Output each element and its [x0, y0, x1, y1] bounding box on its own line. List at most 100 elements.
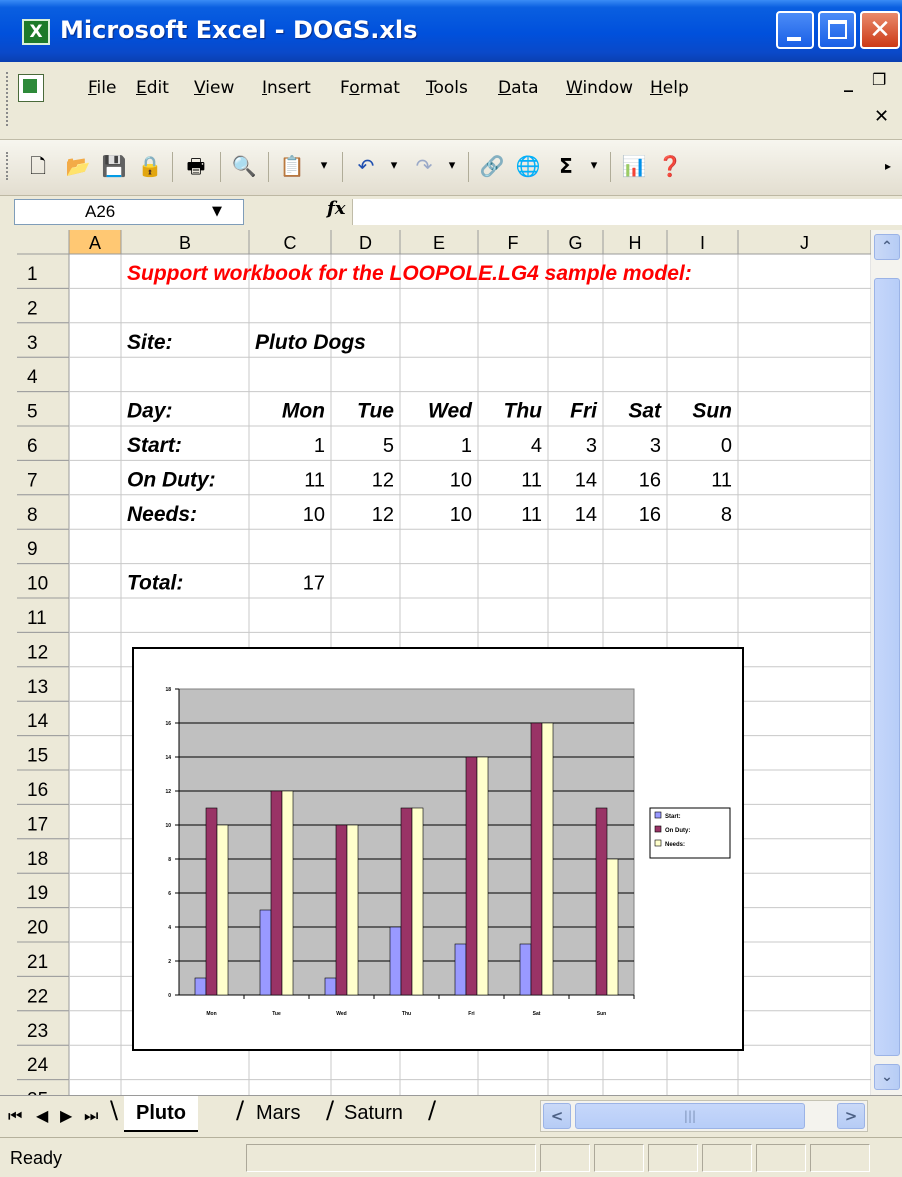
- on-duty-cell[interactable]: 10: [450, 469, 472, 491]
- row-header-1[interactable]: 1: [27, 264, 38, 285]
- row-header-10[interactable]: 10: [27, 574, 48, 595]
- start-label[interactable]: Start:: [127, 434, 182, 457]
- row-header-6[interactable]: 6: [27, 436, 38, 457]
- row-header-23[interactable]: 23: [27, 1021, 48, 1042]
- on-duty-cell[interactable]: 11: [711, 469, 732, 491]
- vertical-scrollbar[interactable]: ⌃ ⌄: [871, 230, 902, 1095]
- row-header-20[interactable]: 20: [27, 918, 48, 939]
- chart-bar[interactable]: [335, 824, 348, 996]
- paste-dropdown-icon[interactable]: ▾: [310, 152, 338, 180]
- menu-view[interactable]: View: [194, 78, 234, 98]
- column-header-g[interactable]: G: [568, 233, 582, 253]
- horizontal-scroll-thumb[interactable]: |||: [575, 1103, 805, 1129]
- row-header-17[interactable]: 17: [27, 814, 48, 835]
- maximize-button[interactable]: [818, 11, 856, 49]
- cell-grid[interactable]: A B C D E F G H I J123456789101112131415161718192…: [17, 230, 871, 1095]
- chart-bar[interactable]: [411, 807, 424, 996]
- on-duty-cell[interactable]: 11: [521, 469, 542, 491]
- scroll-down-icon[interactable]: ⌄: [874, 1064, 900, 1090]
- name-box[interactable]: A26: [14, 199, 244, 225]
- first-sheet-icon[interactable]: ⏮: [8, 1106, 22, 1126]
- chart-bar[interactable]: [454, 943, 467, 996]
- worksheet[interactable]: A B C D E F G H I J 1 2 3 4 5 6 7 8 9 10 11 12 13 14 15 16 17 18 19 2…: [17, 230, 871, 1095]
- chart-bar[interactable]: [346, 824, 359, 996]
- chart-bar[interactable]: [606, 858, 619, 996]
- redo-dropdown-icon[interactable]: ▾: [438, 152, 466, 180]
- scroll-up-icon[interactable]: ⌃: [874, 234, 900, 260]
- last-sheet-icon[interactable]: ⏭: [84, 1106, 98, 1126]
- excel-icon[interactable]: X: [22, 19, 50, 45]
- column-header-a[interactable]: A: [89, 233, 101, 253]
- start-cell[interactable]: 4: [531, 435, 542, 457]
- row-header-21[interactable]: 21: [27, 952, 48, 973]
- row-header-12[interactable]: 12: [27, 642, 48, 663]
- permission-icon[interactable]: 🔒: [136, 152, 164, 180]
- row-header-14[interactable]: 14: [27, 711, 49, 732]
- menu-grip-handle[interactable]: [6, 72, 10, 126]
- workbook-icon[interactable]: [18, 74, 44, 102]
- on-duty-cell[interactable]: 11: [304, 469, 325, 491]
- menu-format[interactable]: Format: [340, 78, 400, 98]
- chart-bar[interactable]: [389, 926, 402, 996]
- day-header-thu[interactable]: Thu: [504, 400, 543, 423]
- needs-label[interactable]: Needs:: [127, 503, 197, 526]
- column-header-i[interactable]: I: [700, 233, 705, 253]
- row-header-3[interactable]: 3: [27, 333, 38, 354]
- needs-cell[interactable]: 14: [575, 504, 597, 526]
- start-cell[interactable]: 1: [461, 435, 472, 457]
- column-header-h[interactable]: H: [629, 233, 642, 253]
- row-header-15[interactable]: 15: [27, 746, 48, 767]
- chart-bar[interactable]: [281, 790, 294, 996]
- chart-bar[interactable]: [476, 756, 489, 996]
- chart-wizard-icon[interactable]: 📊: [620, 152, 648, 180]
- day-header-mon[interactable]: Mon: [282, 400, 325, 423]
- chart-bar[interactable]: [194, 977, 207, 996]
- horizontal-scrollbar[interactable]: < ||| >: [540, 1100, 868, 1132]
- toolbar-grip-handle[interactable]: [6, 152, 14, 180]
- insert-function-icon[interactable]: fx: [327, 198, 345, 219]
- tab-mars[interactable]: Mars: [244, 1096, 312, 1132]
- workbook-close-icon[interactable]: ✕: [874, 106, 889, 127]
- workbook-minimize-icon[interactable]: _: [844, 72, 853, 93]
- chart-bar[interactable]: [530, 722, 543, 996]
- tab-saturn[interactable]: Saturn: [332, 1096, 415, 1132]
- row-header-19[interactable]: 19: [27, 883, 48, 904]
- on-duty-cell[interactable]: 16: [639, 469, 661, 491]
- day-header-tue[interactable]: Tue: [357, 400, 394, 423]
- start-cell[interactable]: 1: [314, 435, 325, 457]
- prev-sheet-icon[interactable]: ◀: [36, 1106, 48, 1125]
- workbook-restore-icon[interactable]: ❐: [872, 70, 886, 89]
- chart-bar[interactable]: [259, 909, 272, 996]
- help-icon[interactable]: ❓: [656, 152, 684, 180]
- menu-help[interactable]: Help: [650, 78, 689, 98]
- chart-bar[interactable]: [519, 943, 532, 996]
- column-header-d[interactable]: D: [359, 233, 372, 253]
- print-icon[interactable]: 🖶: [182, 152, 210, 180]
- needs-cell[interactable]: 12: [372, 504, 394, 526]
- row-header-8[interactable]: 8: [27, 505, 38, 526]
- menu-tools[interactable]: Tools: [426, 78, 468, 98]
- column-header-f[interactable]: F: [508, 233, 519, 253]
- undo-icon[interactable]: ↶: [352, 152, 380, 180]
- undo-dropdown-icon[interactable]: ▾: [380, 152, 408, 180]
- site-label[interactable]: Site:: [127, 331, 173, 354]
- day-header-fri[interactable]: Fri: [570, 400, 598, 423]
- scroll-left-icon[interactable]: <: [543, 1103, 571, 1129]
- row-header-16[interactable]: 16: [27, 780, 48, 801]
- row-header-18[interactable]: 18: [27, 849, 48, 870]
- paste-icon[interactable]: 📋: [278, 152, 306, 180]
- row-header-4[interactable]: 4: [27, 367, 38, 388]
- web-icon[interactable]: 🌐: [514, 152, 542, 180]
- day-header-sun[interactable]: Sun: [692, 400, 732, 423]
- start-cell[interactable]: 5: [383, 435, 394, 457]
- needs-cell[interactable]: 10: [450, 504, 472, 526]
- site-value[interactable]: Pluto Dogs: [255, 331, 366, 354]
- needs-cell[interactable]: 16: [639, 504, 661, 526]
- column-header-b[interactable]: B: [179, 233, 191, 253]
- next-sheet-icon[interactable]: ▶: [60, 1106, 72, 1125]
- chart-bar[interactable]: [465, 756, 478, 996]
- column-header-c[interactable]: C: [284, 233, 297, 253]
- row-header-5[interactable]: 5: [27, 402, 38, 423]
- menu-window[interactable]: Window: [566, 78, 633, 98]
- name-box-dropdown-icon[interactable]: ▼: [212, 204, 222, 219]
